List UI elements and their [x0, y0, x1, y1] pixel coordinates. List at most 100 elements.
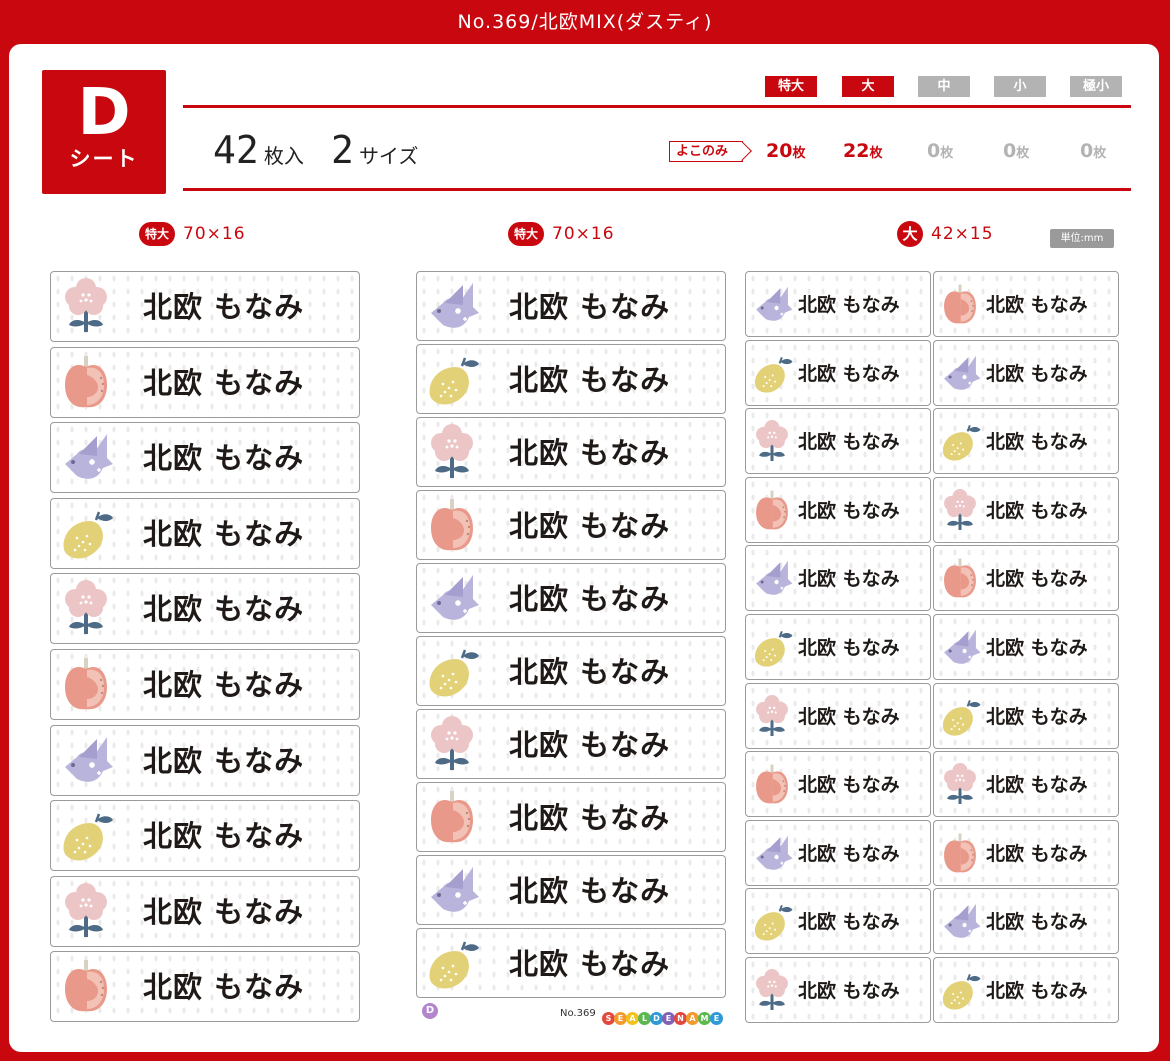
label-name-text: 北欧 もなみ: [798, 362, 900, 385]
flower-icon: [938, 484, 982, 538]
label-name-text: 北欧 もなみ: [986, 499, 1088, 522]
total-count: 42: [213, 128, 259, 172]
name-label: 北欧 もなみ: [416, 709, 726, 779]
name-label: 北欧 もなみ: [416, 928, 726, 998]
label-name-text: 北欧 もなみ: [798, 431, 900, 454]
dimension-label: 42×15: [931, 224, 994, 244]
lemon-icon: [938, 415, 982, 469]
flower-icon: [423, 423, 481, 483]
name-label: 北欧 もなみ: [416, 344, 726, 414]
page-title: No.369/北欧MIX(ダスティ): [457, 11, 713, 33]
label-name-text: 北欧 もなみ: [986, 568, 1088, 591]
name-label: 北欧 もなみ: [745, 339, 931, 406]
lemon-icon: [423, 642, 481, 702]
lemon-icon: [57, 806, 115, 866]
label-name-text: 北欧 もなみ: [986, 705, 1088, 728]
lemon-icon: [750, 621, 794, 675]
brand-logo: SEALDENAME: [602, 1006, 723, 1025]
label-name-text: 北欧 もなみ: [986, 774, 1088, 797]
apple-icon: [423, 788, 481, 848]
apple-icon: [750, 484, 794, 538]
name-label: 北欧 もなみ: [745, 957, 931, 1023]
divider-bottom: [183, 188, 1131, 191]
lemon-icon: [423, 350, 481, 410]
flower-icon: [750, 690, 794, 744]
size-unit: サイズ: [358, 144, 419, 168]
apple-icon: [938, 552, 982, 606]
bird-icon: [750, 827, 794, 881]
dimension-label: 70×16: [183, 224, 246, 244]
name-label: 北欧 もなみ: [933, 476, 1119, 543]
bird-icon: [938, 895, 982, 949]
footer-number: No.369: [560, 1008, 596, 1019]
size-tag-m: 中: [918, 76, 970, 97]
label-name-text: 北欧 もなみ: [143, 819, 305, 854]
label-name-text: 北欧 もなみ: [798, 499, 900, 522]
name-label: 北欧 もなみ: [50, 951, 360, 1023]
label-name-text: 北欧 もなみ: [143, 441, 305, 476]
count-summary: 42 枚入 2 サイズ: [213, 128, 440, 178]
footer-sheet-badge: D: [422, 1003, 438, 1019]
label-name-text: 北欧 もなみ: [143, 894, 305, 929]
label-name-text: 北欧 もなみ: [986, 294, 1088, 316]
flower-icon: [750, 964, 794, 1018]
label-name-text: 北欧 もなみ: [509, 728, 671, 762]
name-label: 北欧 もなみ: [745, 751, 931, 818]
name-label: 北欧 もなみ: [933, 545, 1119, 612]
size-badge: 特大: [139, 222, 176, 246]
name-label: 北欧 もなみ: [745, 819, 931, 886]
name-label: 北欧 もなみ: [50, 800, 360, 872]
divider-top: [183, 105, 1131, 108]
flower-icon: [938, 758, 982, 812]
label-name-text: 北欧 もなみ: [509, 874, 671, 908]
name-label: 北欧 もなみ: [50, 724, 360, 796]
label-name-text: 北欧 もなみ: [798, 568, 900, 591]
apple-icon: [57, 655, 115, 715]
name-label: 北欧 もなみ: [933, 888, 1119, 955]
flower-icon: [57, 882, 115, 942]
label-name-text: 北欧 もなみ: [798, 294, 900, 316]
lemon-icon: [423, 934, 481, 994]
label-name-text: 北欧 もなみ: [143, 743, 305, 778]
lemon-icon: [750, 347, 794, 401]
label-name-text: 北欧 もなみ: [509, 436, 671, 470]
count-s: 0枚: [1003, 140, 1030, 162]
size-badge: 特大: [508, 222, 545, 246]
name-label: 北欧 もなみ: [745, 476, 931, 543]
label-name-text: 北欧 もなみ: [509, 290, 671, 324]
lemon-icon: [938, 964, 982, 1018]
label-name-text: 北欧 もなみ: [509, 801, 671, 835]
name-label: 北欧 もなみ: [745, 271, 931, 337]
label-name-text: 北欧 もなみ: [143, 290, 305, 324]
label-name-text: 北欧 もなみ: [986, 362, 1088, 385]
sheet-label: シート: [69, 147, 139, 171]
column-head-3: 大 42×15: [897, 221, 994, 247]
label-name-text: 北欧 もなみ: [798, 705, 900, 728]
bird-icon: [423, 277, 481, 337]
name-label: 北欧 もなみ: [416, 490, 726, 560]
name-label: 北欧 もなみ: [933, 271, 1119, 337]
size-badge: 大: [897, 221, 923, 247]
size-tag-xl: 特大: [765, 76, 817, 97]
name-label: 北欧 もなみ: [933, 819, 1119, 886]
name-label: 北欧 もなみ: [416, 636, 726, 706]
label-name-text: 北欧 もなみ: [143, 970, 305, 1005]
name-label: 北欧 もなみ: [933, 408, 1119, 475]
label-name-text: 北欧 もなみ: [509, 509, 671, 543]
apple-icon: [57, 957, 115, 1017]
label-name-text: 北欧 もなみ: [143, 516, 305, 551]
name-label: 北欧 もなみ: [50, 875, 360, 947]
size-tag-s: 小: [994, 76, 1046, 97]
name-label: 北欧 もなみ: [933, 614, 1119, 680]
apple-icon: [938, 827, 982, 881]
name-label: 北欧 もなみ: [745, 545, 931, 612]
bird-icon: [750, 278, 794, 332]
total-unit: 枚入: [263, 144, 304, 168]
bird-icon: [750, 552, 794, 606]
name-label: 北欧 もなみ: [745, 614, 931, 680]
name-label: 北欧 もなみ: [933, 339, 1119, 406]
bird-icon: [57, 428, 115, 488]
size-tag-l: 大: [842, 76, 894, 97]
size-tag-xs: 極小: [1070, 76, 1122, 97]
apple-icon: [938, 278, 982, 332]
